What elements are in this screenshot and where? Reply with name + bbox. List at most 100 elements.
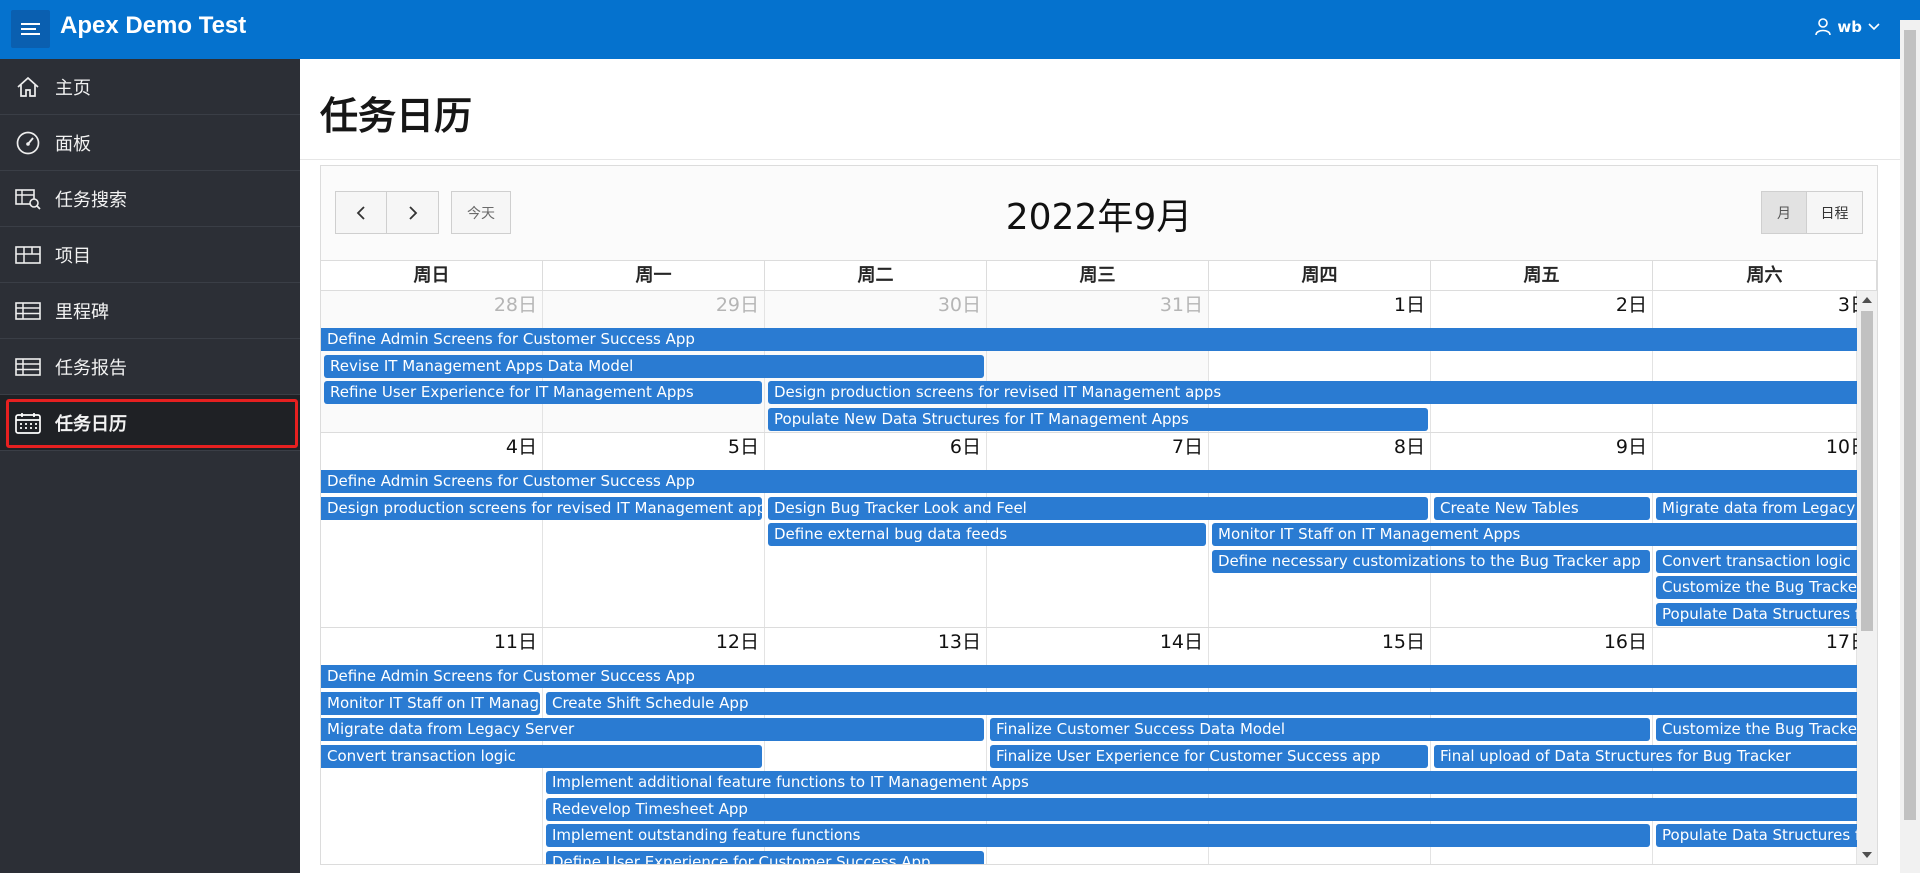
weekday-header: 周一 [543,261,765,291]
calendar-event[interactable]: Implement outstanding feature functions [546,824,1650,847]
calendar-event[interactable]: Define external bug data feeds [768,523,1206,546]
calendar-region: 今天 2022年9月 月 日程 周日 周一 周二 周三 周四 周五 周六 28日 29日 30日… [320,165,1878,865]
sidebar-item-dashboard[interactable]: 面板 [0,115,300,171]
calendar-event[interactable]: Convert transaction logic [1656,550,1857,573]
calendar-event[interactable]: Implement additional feature functions t… [546,771,1857,794]
day-number[interactable]: 15日 [1209,628,1431,657]
day-number[interactable]: 29日 [543,291,765,320]
calendar-scrollbar[interactable] [1857,291,1877,864]
sidebar: 主页 面板 任务搜索 项目 里程碑 任务报告 任务日历 [0,59,300,873]
scrollbar-thumb[interactable] [1861,311,1873,631]
calendar-event[interactable]: Populate Data Structures for Bug Tracker [1656,603,1857,626]
day-number[interactable]: 5日 [543,433,765,462]
weekday-header: 周四 [1209,261,1431,291]
calendar-event[interactable]: Finalize Customer Success Data Model [990,718,1650,741]
sidebar-item-label: 项目 [55,245,91,267]
sidebar-item-label: 里程碑 [55,301,109,323]
day-number[interactable]: 13日 [765,628,987,657]
weekday-header: 周二 [765,261,987,291]
sidebar-item-task-report[interactable]: 任务报告 [0,339,300,395]
calendar-event[interactable]: Define Admin Screens for Customer Succes… [321,470,1857,493]
day-number[interactable]: 7日 [987,433,1209,462]
calendar-event[interactable]: Populate Data Structures for Bug Tracker [1656,824,1857,847]
day-number[interactable]: 12日 [543,628,765,657]
page-scrollbar[interactable] [1900,20,1920,873]
day-number[interactable]: 31日 [987,291,1209,320]
calendar-event[interactable]: Finalize User Experience for Customer Su… [990,745,1428,768]
weekday-header: 周六 [1653,261,1877,291]
day-number[interactable]: 28日 [321,291,543,320]
calendar-event[interactable]: Customize the Bug Tracker app [1656,718,1857,741]
day-cell[interactable] [321,433,543,627]
calendar-event[interactable]: Convert transaction logic [321,745,762,768]
calendar-event[interactable]: Refine User Experience for IT Management… [324,381,762,404]
day-number[interactable]: 8日 [1209,433,1431,462]
weekday-header-row: 周日 周一 周二 周三 周四 周五 周六 [321,260,1877,291]
calendar-week-row: 4日 5日 6日 7日 8日 9日 10日 Define Admin Screens for … [321,433,1869,628]
day-number[interactable]: 2日 [1431,291,1653,320]
calendar-event[interactable]: Design Bug Tracker Look and Feel [768,497,1428,520]
main-content: 任务日历 今天 2022年9月 月 日程 周日 周一 周二 周三 周四 周五 周六 28日 2… [300,59,1900,873]
calendar-event[interactable]: Customize the Bug Tracker app [1656,576,1857,599]
calendar-event[interactable]: Create Shift Schedule App [546,692,1857,715]
search-report-icon [14,187,42,211]
hamburger-icon [21,23,40,25]
day-number[interactable]: 10日 [1653,433,1875,462]
day-number[interactable]: 4日 [321,433,543,462]
calendar-event[interactable]: Design production screens for revised IT… [321,497,762,520]
chevron-down-icon [1868,23,1880,31]
calendar-event[interactable]: Monitor IT Staff on IT Management Apps [1212,523,1857,546]
sidebar-item-task-search[interactable]: 任务搜索 [0,171,300,227]
hamburger-icon-line [21,33,40,35]
weekday-header: 周日 [321,261,543,291]
hamburger-icon-line [21,28,36,30]
cards-grid-icon [14,243,42,267]
day-number[interactable]: 11日 [321,628,543,657]
sidebar-item-label: 任务报告 [55,357,127,379]
day-number[interactable]: 17日 [1653,628,1875,657]
page-title: 任务日历 [320,94,473,138]
day-number[interactable]: 16日 [1431,628,1653,657]
menu-toggle-button[interactable] [11,10,50,48]
day-number[interactable]: 9日 [1431,433,1653,462]
sidebar-item-projects[interactable]: 项目 [0,227,300,283]
calendar-event[interactable]: Migrate data from Legacy Server [321,718,984,741]
calendar-week-row: 28日 29日 30日 31日 1日 2日 3日 Define Admin Screens f… [321,291,1869,433]
day-number[interactable]: 14日 [987,628,1209,657]
calendar-event[interactable]: Migrate data from Legacy Server [1656,497,1857,520]
app-title[interactable]: Apex Demo Test [60,12,246,40]
day-number[interactable]: 6日 [765,433,987,462]
scroll-up-arrow-icon[interactable] [1862,297,1872,303]
sidebar-item-milestones[interactable]: 里程碑 [0,283,300,339]
scroll-down-arrow-icon[interactable] [1862,852,1872,858]
day-number[interactable]: 30日 [765,291,987,320]
calendar-event[interactable]: Define Admin Screens for Customer Succes… [321,328,1857,351]
calendar-event[interactable]: Populate New Data Structures for IT Mana… [768,408,1428,431]
calendar-event[interactable]: Final upload of Data Structures for Bug … [1434,745,1857,768]
day-number[interactable]: 1日 [1209,291,1431,320]
calendar-event[interactable]: Design production screens for revised IT… [768,381,1857,404]
day-number[interactable]: 3日 [1653,291,1875,320]
day-cell[interactable] [543,433,765,627]
weekday-header: 周五 [1431,261,1653,291]
calendar-event[interactable]: Redevelop Timesheet App [546,798,1857,821]
table-icon [14,299,42,323]
calendar-event[interactable]: Create New Tables [1434,497,1650,520]
calendar-event[interactable]: Define Admin Screens for Customer Succes… [321,665,1857,688]
list-view-button[interactable]: 日程 [1807,191,1863,234]
calendar-event[interactable]: Define necessary customizations to the B… [1212,550,1650,573]
calendar-month-grid: 周日 周一 周二 周三 周四 周五 周六 28日 29日 30日 31日 1日 2日 3日 Define … [321,260,1877,864]
calendar-event[interactable]: Define User Experience for Customer Succ… [546,851,984,864]
sidebar-item-home[interactable]: 主页 [0,59,300,115]
user-menu[interactable]: wb [1815,18,1880,36]
sidebar-item-task-calendar[interactable]: 任务日历 [0,395,300,451]
sidebar-item-label: 任务日历 [55,413,127,435]
calendar-event[interactable]: Monitor IT Staff on IT Management Apps [321,692,540,715]
calendar-event[interactable]: Revise IT Management Apps Data Model [324,355,984,378]
page-scrollbar-thumb[interactable] [1904,30,1916,820]
view-switcher: 月 日程 [1761,191,1863,234]
divider [300,159,1900,160]
month-view-button[interactable]: 月 [1761,191,1807,234]
table-icon [14,355,42,379]
sidebar-item-label: 面板 [55,133,91,155]
